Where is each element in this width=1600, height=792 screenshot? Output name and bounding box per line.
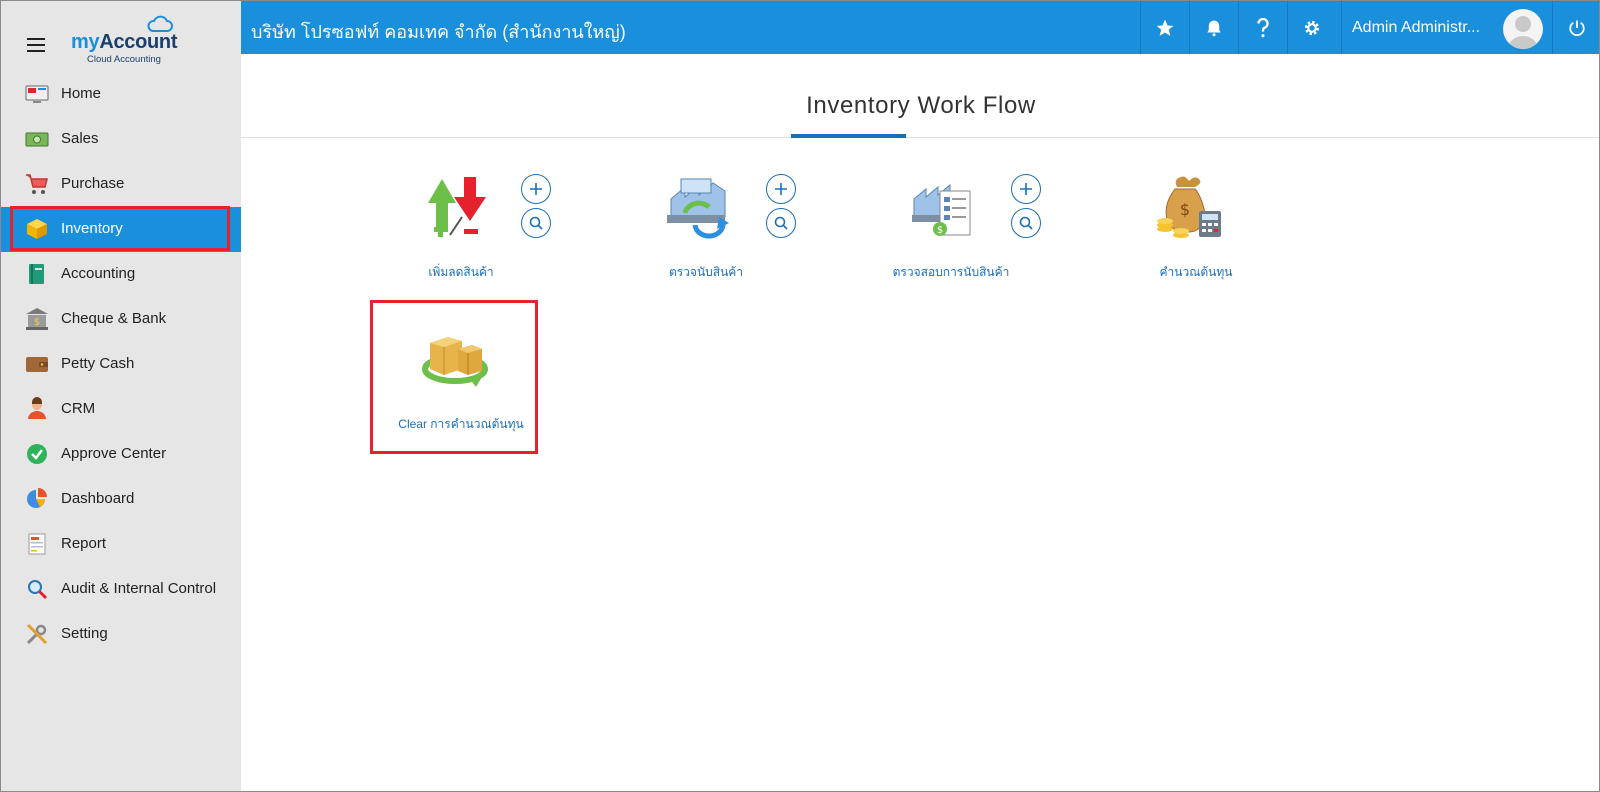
svg-text:$: $ xyxy=(34,317,40,328)
home-monitor-icon xyxy=(25,85,49,103)
sidebar-item-accounting[interactable]: Accounting xyxy=(1,252,241,297)
wallet-icon xyxy=(26,357,48,372)
report-icon xyxy=(28,533,46,555)
sidebar-item-label: Dashboard xyxy=(61,490,135,507)
sidebar-item-label: Sales xyxy=(61,130,99,147)
pie-chart-icon xyxy=(27,488,47,508)
workflow-label: คำนวณต้นทุน xyxy=(1159,265,1233,279)
brand-area: myAccount Cloud Accounting xyxy=(1,1,241,69)
sidebar-item-approve-center[interactable]: Approve Center xyxy=(1,432,241,477)
sidebar-item-label: Setting xyxy=(61,625,108,642)
search-icon xyxy=(774,216,788,230)
verify-count-icon: $ xyxy=(912,183,971,236)
title-underline xyxy=(791,134,906,138)
svg-text:$: $ xyxy=(937,225,943,236)
workflow-cost-calc[interactable]: $ คำนวณต้นทุน xyxy=(1111,173,1281,283)
svg-text:$: $ xyxy=(1180,200,1190,219)
notifications-button[interactable] xyxy=(1189,1,1238,54)
company-name[interactable]: บริษัท โปรซอฟท์ คอมเทค จำกัด (สำนักงานให… xyxy=(251,17,626,46)
sidebar-item-label: Approve Center xyxy=(61,445,167,462)
sidebar-item-label: Home xyxy=(61,85,102,102)
logo-text: myAccount xyxy=(71,31,178,53)
bank-icon: $ xyxy=(26,308,48,330)
money-icon xyxy=(25,132,49,147)
sidebar-item-label: Inventory xyxy=(61,220,123,237)
question-icon xyxy=(1257,17,1269,37)
sidebar-item-label: Report xyxy=(61,535,107,552)
sidebar-item-label: CRM xyxy=(61,400,96,417)
magnifier-icon xyxy=(28,580,48,600)
workflow-label: Clear การคำนวณต้นทุน xyxy=(398,417,524,431)
topbar: บริษัท โปรซอฟท์ คอมเทค จำกัด (สำนักงานให… xyxy=(241,1,1599,54)
page-title: Inventory Work Flow xyxy=(806,92,1036,119)
page-header: Inventory Work Flow xyxy=(241,54,1599,138)
workflow-clear-cost[interactable]: Clear การคำนวณต้นทุน xyxy=(376,325,546,435)
add-stock-count-button[interactable] xyxy=(766,174,796,204)
box-icon xyxy=(27,219,47,239)
book-icon xyxy=(29,264,44,284)
workflow-label: ตรวจสอบการนับสินค้า xyxy=(892,265,1010,279)
logout-button[interactable] xyxy=(1552,1,1599,54)
power-icon xyxy=(1569,20,1585,36)
tools-icon xyxy=(26,623,48,645)
bell-icon xyxy=(1207,20,1221,36)
app-window: myAccount Cloud Accounting Home Sales Pu… xyxy=(0,0,1600,792)
sidebar-item-purchase[interactable]: Purchase xyxy=(1,162,241,207)
settings-button[interactable] xyxy=(1287,1,1336,54)
sidebar-item-label: Petty Cash xyxy=(61,355,135,372)
avatar[interactable] xyxy=(1503,9,1543,49)
hamburger-menu-icon[interactable] xyxy=(27,38,45,52)
search-icon xyxy=(1019,216,1033,230)
sidebar-item-dashboard[interactable]: Dashboard xyxy=(1,477,241,522)
logo[interactable]: myAccount Cloud Accounting xyxy=(67,15,183,65)
favorites-button[interactable] xyxy=(1140,1,1189,54)
search-verify-count-button[interactable] xyxy=(1011,208,1041,238)
sidebar-item-sales[interactable]: Sales xyxy=(1,117,241,162)
sidebar-item-audit[interactable]: Audit & Internal Control xyxy=(1,567,241,612)
sidebar-item-label: Audit & Internal Control xyxy=(61,580,217,597)
search-adjust-stock-button[interactable] xyxy=(521,208,551,238)
plus-icon xyxy=(530,183,542,195)
sidebar: myAccount Cloud Accounting Home Sales Pu… xyxy=(1,1,241,791)
sidebar-menu: Home Sales Purchase Inventory Accounting… xyxy=(1,72,241,657)
plus-icon xyxy=(775,183,787,195)
sidebar-item-label: Accounting xyxy=(61,265,136,282)
logo-subtitle: Cloud Accounting xyxy=(87,54,161,65)
sidebar-item-label: Cheque & Bank xyxy=(61,310,167,327)
cart-icon xyxy=(26,174,48,194)
gear-icon xyxy=(1304,20,1320,35)
plus-icon xyxy=(1020,183,1032,195)
workflow-label: ตรวจนับสินค้า xyxy=(668,265,744,279)
adjust-stock-icon xyxy=(428,177,486,237)
sidebar-item-home[interactable]: Home xyxy=(1,72,241,117)
search-icon xyxy=(529,216,543,230)
add-verify-count-button[interactable] xyxy=(1011,174,1041,204)
workflow-label: เพิ่มลดสินค้า xyxy=(428,265,494,279)
sidebar-item-inventory[interactable]: Inventory xyxy=(1,207,241,252)
search-stock-count-button[interactable] xyxy=(766,208,796,238)
add-adjust-stock-button[interactable] xyxy=(521,174,551,204)
clear-cost-icon xyxy=(422,337,488,387)
sidebar-item-label: Purchase xyxy=(61,175,125,192)
help-button[interactable] xyxy=(1238,1,1287,54)
user-silhouette-icon xyxy=(1508,16,1538,49)
sidebar-item-setting[interactable]: Setting xyxy=(1,612,241,657)
sidebar-item-cheque-bank[interactable]: $ Cheque & Bank xyxy=(1,297,241,342)
stock-count-icon xyxy=(667,178,729,239)
sidebar-item-report[interactable]: Report xyxy=(1,522,241,567)
people-icon xyxy=(28,397,46,419)
star-icon xyxy=(1156,19,1174,36)
user-name: Admin Administr... xyxy=(1352,19,1481,36)
sidebar-item-petty-cash[interactable]: Petty Cash xyxy=(1,342,241,387)
cost-calc-icon: $ xyxy=(1157,176,1221,238)
sidebar-item-crm[interactable]: CRM xyxy=(1,387,241,432)
check-icon xyxy=(27,444,47,464)
main-content: Inventory Work Flow เพิ่มลดสินค้า ตรวจนั… xyxy=(241,54,1599,791)
